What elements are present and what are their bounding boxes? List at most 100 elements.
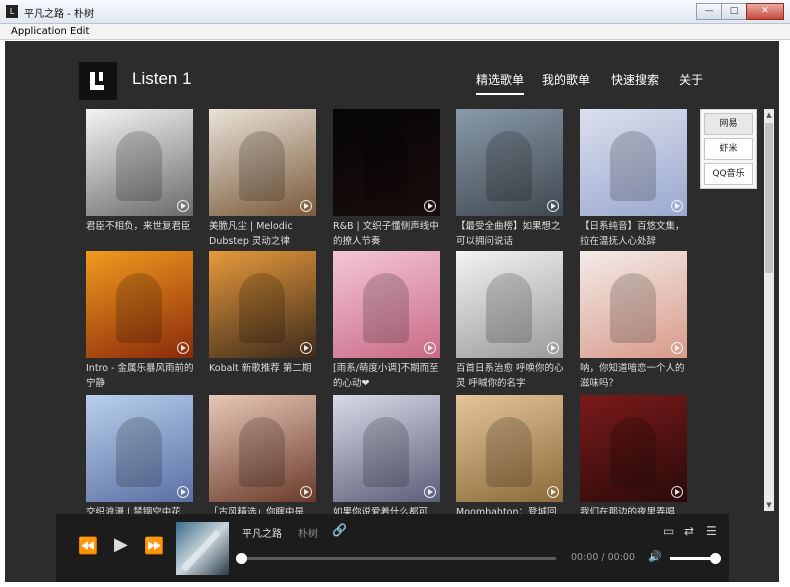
source-netease-button[interactable]: 网易 — [704, 113, 753, 135]
track-artist[interactable]: 朴树 — [298, 525, 318, 540]
cover-figure — [610, 417, 656, 487]
menu-application[interactable]: Application — [11, 26, 67, 37]
play-icon[interactable]: ▶ — [114, 534, 128, 555]
play-circle-icon[interactable] — [300, 486, 312, 498]
playlist-caption[interactable]: Intro - 金属乐暴风雨前的宁静 — [86, 361, 196, 391]
playlist-card[interactable]: 【最受全曲榜】如果想之可以拥问说话 — [456, 109, 563, 247]
playlist-caption[interactable]: R&B | 文织子懂侧声线中的撩人节奏 — [333, 219, 443, 249]
play-circle-icon[interactable] — [424, 486, 436, 498]
track-cover-image — [176, 522, 229, 575]
app-title: Listen 1 — [132, 69, 192, 88]
progress-bar[interactable] — [236, 553, 556, 564]
playlist-cover[interactable] — [580, 395, 687, 502]
cover-figure — [363, 131, 409, 201]
playlist-cover[interactable] — [456, 109, 563, 216]
tab-about[interactable]: 关于 — [679, 71, 703, 88]
prev-icon[interactable]: ⏪ — [78, 536, 98, 555]
playlist-cover[interactable] — [333, 395, 440, 502]
playlist-cover[interactable] — [580, 109, 687, 216]
play-circle-icon[interactable] — [424, 342, 436, 354]
cover-figure — [239, 273, 285, 343]
play-circle-icon[interactable] — [300, 342, 312, 354]
menu-edit[interactable]: Edit — [70, 26, 89, 37]
playlist-card[interactable]: 美脆凡尘 | Melodic Dubstep 灵动之律 — [209, 109, 316, 247]
play-circle-icon[interactable] — [547, 486, 559, 498]
cover-figure — [610, 273, 656, 343]
playlist-card[interactable]: 君臣不相负，来世复君臣 — [86, 109, 193, 232]
playlist-card[interactable]: 交织浪漫 | 禁锢空中花 — [86, 395, 193, 518]
cover-figure — [116, 417, 162, 487]
playlist-caption[interactable]: 百首日系治愈 呼唤你的心灵 呼喊你的名字 — [456, 361, 566, 391]
player-bar: ⏪ ▶ ⏩ 平凡之路 朴树 🔗 00:00 / 00:00 🔊 ▭ ⇄ ☰ — [56, 514, 729, 582]
playlist-cover[interactable] — [86, 109, 193, 216]
next-icon[interactable]: ⏩ — [144, 536, 164, 555]
playlist-caption[interactable]: [雨系/萌度小调]不期而至的心动❤ — [333, 361, 443, 391]
cover-figure — [363, 417, 409, 487]
minimize-button[interactable]: — — [696, 3, 722, 20]
playlist-card[interactable]: Kobalt 新歌推荐 第二期 — [209, 251, 316, 374]
playlist-card[interactable]: 如果你说爱着什么都可 — [333, 395, 440, 518]
play-circle-icon[interactable] — [547, 342, 559, 354]
tab-featured-playlists[interactable]: 精选歌单 — [476, 71, 525, 95]
progress-knob[interactable] — [236, 553, 247, 564]
playlist-caption[interactable]: 【日系纯音】百悠文集，拉在温抚人心处辞 — [580, 219, 690, 249]
playlist-card[interactable]: 我们在那边的夜里弄唱 — [580, 395, 687, 518]
track-cover[interactable] — [176, 522, 229, 575]
play-circle-icon[interactable] — [177, 486, 189, 498]
scroll-thumb[interactable] — [765, 123, 773, 273]
source-qq-button[interactable]: QQ音乐 — [704, 163, 753, 185]
playlist-cover[interactable] — [456, 251, 563, 358]
play-circle-icon[interactable] — [671, 200, 683, 212]
playlist-icon[interactable]: ☰ — [706, 524, 717, 538]
playlist-cover[interactable] — [86, 251, 193, 358]
play-circle-icon[interactable] — [300, 200, 312, 212]
playlist-card[interactable]: 呐，你知道喑恋一个人的滋味吗？ — [580, 251, 687, 389]
playlist-cover[interactable] — [456, 395, 563, 502]
close-button[interactable]: ✕ — [746, 3, 784, 20]
playlist-card[interactable]: [雨系/萌度小调]不期而至的心动❤ — [333, 251, 440, 389]
playlist-caption[interactable]: 呐，你知道喑恋一个人的滋味吗？ — [580, 361, 690, 391]
vertical-scrollbar[interactable]: ▲ ▼ — [764, 109, 774, 511]
playlist-cover[interactable] — [209, 109, 316, 216]
play-circle-icon[interactable] — [547, 200, 559, 212]
folder-icon[interactable]: ▭ — [663, 524, 674, 538]
play-circle-icon[interactable] — [671, 342, 683, 354]
volume-icon[interactable]: 🔊 — [648, 550, 662, 563]
play-circle-icon[interactable] — [671, 486, 683, 498]
playlist-card[interactable]: Moombahton：登城回 — [456, 395, 563, 518]
play-circle-icon[interactable] — [177, 342, 189, 354]
cover-figure — [116, 273, 162, 343]
playlist-cover[interactable] — [580, 251, 687, 358]
link-icon[interactable]: 🔗 — [332, 523, 347, 537]
playlist-cover[interactable] — [333, 109, 440, 216]
scroll-down-icon[interactable]: ▼ — [765, 500, 773, 510]
playlist-cover[interactable] — [209, 395, 316, 502]
tab-my-playlists[interactable]: 我的歌单 — [542, 71, 590, 88]
playlist-caption[interactable]: Kobalt 新歌推荐 第二期 — [209, 361, 319, 391]
play-circle-icon[interactable] — [424, 200, 436, 212]
playlist-cover[interactable] — [209, 251, 316, 358]
time-display: 00:00 / 00:00 — [571, 552, 635, 563]
playlist-card[interactable]: 【日系纯音】百悠文集，拉在温抚人心处辞 — [580, 109, 687, 247]
app-icon: L — [6, 5, 18, 18]
playlist-card[interactable]: R&B | 文织子懂侧声线中的撩人节奏 — [333, 109, 440, 247]
volume-slider[interactable] — [670, 553, 721, 564]
source-xiami-button[interactable]: 虾米 — [704, 138, 753, 160]
playlist-caption[interactable]: 君臣不相负，来世复君臣 — [86, 219, 196, 249]
scroll-up-icon[interactable]: ▲ — [765, 110, 773, 120]
volume-knob[interactable] — [709, 553, 721, 564]
playlist-cover[interactable] — [333, 251, 440, 358]
playlist-card[interactable]: 百首日系治愈 呼唤你的心灵 呼喊你的名字 — [456, 251, 564, 389]
play-circle-icon[interactable] — [177, 200, 189, 212]
playlist-cover[interactable] — [86, 395, 193, 502]
tab-quick-search[interactable]: 快速搜索 — [611, 71, 659, 88]
repeat-icon[interactable]: ⇄ — [684, 524, 694, 538]
playlist-card[interactable]: 「古风精选」你瞎中是 — [209, 395, 316, 518]
source-selector: 网易 虾米 QQ音乐 — [700, 109, 757, 189]
playlist-card[interactable]: Intro - 金属乐暴风雨前的宁静 — [86, 251, 194, 389]
playlist-caption[interactable]: 美脆凡尘 | Melodic Dubstep 灵动之律 — [209, 219, 319, 249]
app-logo — [79, 62, 117, 100]
maximize-button[interactable]: □ — [721, 3, 747, 20]
playlist-caption[interactable]: 【最受全曲榜】如果想之可以拥问说话 — [456, 219, 566, 249]
cover-figure — [486, 273, 532, 343]
